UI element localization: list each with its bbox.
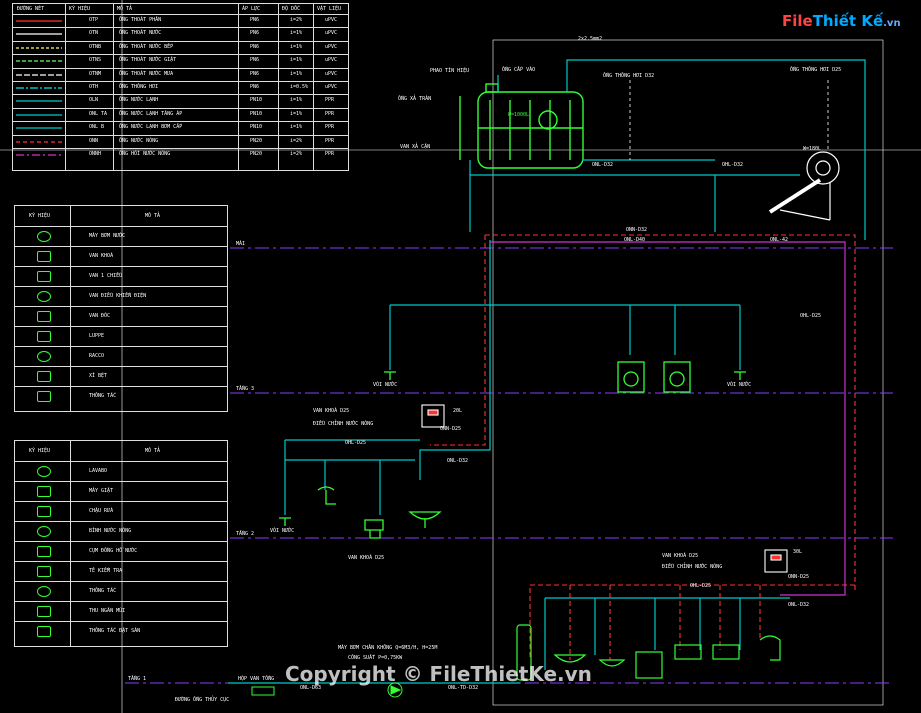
label-tap-l3b: VÒI NƯỚC (727, 382, 752, 388)
solar-water-heater (768, 151, 840, 221)
hot-return-pipes (490, 241, 846, 596)
lavabo-l2 (408, 511, 442, 528)
label-overflow: ỐNG XẢ TRÀN (398, 96, 432, 102)
label-onl-d32-l1: ONL-D32 (788, 602, 810, 608)
label-onl-d32-top: ONL-D32 (592, 162, 614, 168)
cold-water-pipes (228, 59, 866, 684)
label-valve-d25-l3: VAN KHOÁ D25 (313, 408, 350, 414)
floor-label-2: TẦNG 2 (236, 531, 255, 537)
label-valve-d25-l2: VAN KHOÁ D25 (348, 555, 385, 561)
copyright-watermark: Copyright © FileThietKe.vn (285, 662, 592, 686)
label-vent-d25: ỐNG THÔNG HƠI D25 (790, 67, 842, 73)
floor-label-3: TẦNG 3 (236, 386, 255, 392)
label-mix-l1: ĐIỀU CHỈNH NƯỚC NÓNG (662, 564, 723, 570)
frame-outline (492, 39, 884, 706)
label-heater-l3: 20L (453, 408, 463, 414)
label-ohl-d25-l1: OHL-D25 (690, 583, 712, 589)
floor-label-1: TẦNG 1 (128, 676, 147, 682)
label-drain-valve: VAN XẢ CẶN (400, 144, 431, 150)
washing-machine-l3-a (617, 361, 645, 393)
label-tap-l3: VÒI NƯỚC (373, 382, 398, 388)
label-ohl-d25-l3: OHL-D25 (345, 440, 367, 446)
toilet-l2 (364, 519, 384, 539)
label-ohl-d32: OHL-D32 (722, 162, 744, 168)
tap-icons (279, 371, 746, 526)
label-heater-l1: 30L (793, 549, 803, 555)
label-float-signal: PHAO TÍN HIỆU (430, 68, 470, 74)
floor-label-roof: MÁI (236, 241, 246, 247)
meter-box-l1 (251, 686, 275, 696)
label-supply-pipe: ỐNG CẤP VÀO (502, 67, 536, 73)
label-power-cable: 2x2.5mm2 (578, 36, 603, 42)
hot-water-pipes (430, 234, 856, 660)
label-tap-l2: VÒI NƯỚC (270, 528, 295, 534)
plumbing-riser-diagram (0, 0, 921, 713)
washing-machine-l3-b (663, 361, 691, 393)
label-valve-d25-l1: VAN KHOÁ D25 (662, 553, 699, 559)
label-onl-42: ONL-42 (770, 237, 789, 243)
vent-pipes (629, 80, 829, 160)
label-onl-d40: ONL-D40 (624, 237, 646, 243)
label-onn-d25-l1: ONN-D25 (788, 574, 810, 580)
water-heater-l3 (421, 404, 445, 428)
label-pump-power: CÔNG SUẤT P=0,75KW (348, 655, 403, 661)
roof-water-tank (459, 83, 584, 169)
label-mix-l3: ĐIỀU CHỈNH NƯỚC NÓNG (313, 421, 374, 427)
label-solar: W=180L (803, 146, 822, 152)
label-meter-box: HỘP VAN TỔNG (238, 676, 275, 682)
water-heater-l1 (764, 549, 788, 573)
label-ohl-d25: OHL-D25 (800, 313, 822, 319)
label-main-line: ĐƯỜNG ỐNG THỦY CỤC (175, 697, 230, 703)
label-vent-d32: ỐNG THÔNG HƠI D32 (603, 73, 655, 79)
label-onl-d32-l3: ONL-D32 (447, 458, 469, 464)
label-tank: W=1000L (508, 112, 530, 118)
label-onn-d25-l3: ONN-D25 (440, 426, 462, 432)
shower-l2 (317, 486, 336, 505)
label-pump: MÁY BƠM CHÂN KHÔNG Q=6M3/H, H=25M (338, 645, 438, 651)
label-onn-d32: ONN-D32 (626, 227, 648, 233)
